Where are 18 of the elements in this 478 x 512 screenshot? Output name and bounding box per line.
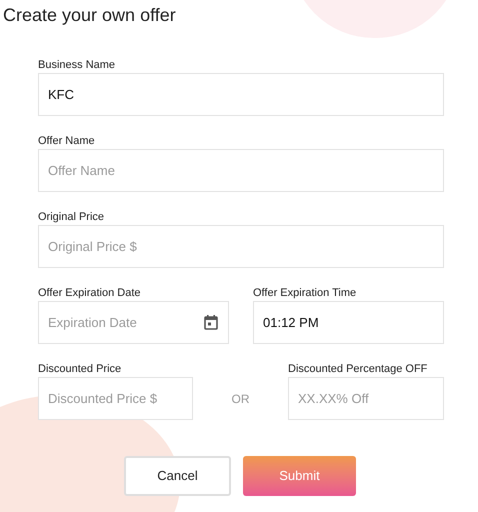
or-separator: OR [232,390,250,408]
date-field[interactable]: Expiration Date [38,301,229,344]
calendar-icon[interactable] [204,315,218,330]
field-label: Discounted Price [38,364,122,377]
time-field[interactable]: 01:12 PM [253,301,444,344]
page-title: Create your own offer [3,4,176,27]
business-name-field[interactable]: KFC [38,73,444,116]
field-label: Offer Name [38,136,95,149]
field-label: Offer Expiration Time [253,288,356,301]
field-label: Offer Expiration Date [38,288,141,301]
discount-percentage-field[interactable]: XX.XX% Off [288,377,444,420]
original-price-field[interactable]: Original Price $ [38,225,444,268]
field-label: Discounted Percentage OFF [288,364,428,377]
field-label: Original Price [38,212,104,225]
cancel-button[interactable]: Cancel [124,456,231,496]
offer-name-field[interactable]: Offer Name [38,149,444,192]
discounted-price-field[interactable]: Discounted Price $ [38,377,193,420]
field-label: Business Name [38,60,116,73]
